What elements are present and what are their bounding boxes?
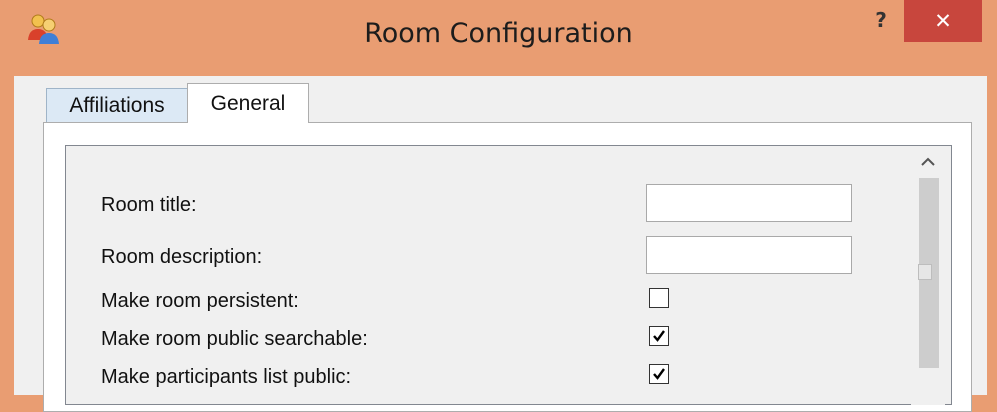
- title-bar[interactable]: Room Configuration ? ✕: [0, 0, 997, 76]
- persistent-label: Make room persistent:: [101, 290, 299, 312]
- room-title-label: Room title:: [101, 194, 197, 216]
- room-description-label: Room description:: [101, 246, 263, 268]
- public-searchable-checkbox[interactable]: [649, 326, 669, 346]
- tab-affiliations[interactable]: Affiliations: [46, 88, 188, 122]
- room-title-input[interactable]: [646, 184, 852, 222]
- checkmark-icon: [653, 368, 665, 380]
- scrollbar-grip[interactable]: [918, 264, 932, 280]
- public-searchable-label: Make room public searchable:: [101, 328, 368, 350]
- dialog-body: Affiliations General Room title: Room de…: [14, 76, 987, 412]
- close-button[interactable]: ✕: [904, 0, 982, 42]
- persistent-checkbox[interactable]: [649, 288, 669, 308]
- scroll-up-arrow-icon[interactable]: [911, 150, 945, 174]
- tab-general[interactable]: General: [187, 83, 309, 123]
- checkmark-icon: [653, 330, 665, 342]
- window-title: Room Configuration: [364, 18, 633, 49]
- help-button[interactable]: ?: [866, 6, 896, 34]
- participants-public-checkbox[interactable]: [649, 364, 669, 384]
- room-description-input[interactable]: [646, 236, 852, 274]
- participants-public-label: Make participants list public:: [101, 366, 352, 388]
